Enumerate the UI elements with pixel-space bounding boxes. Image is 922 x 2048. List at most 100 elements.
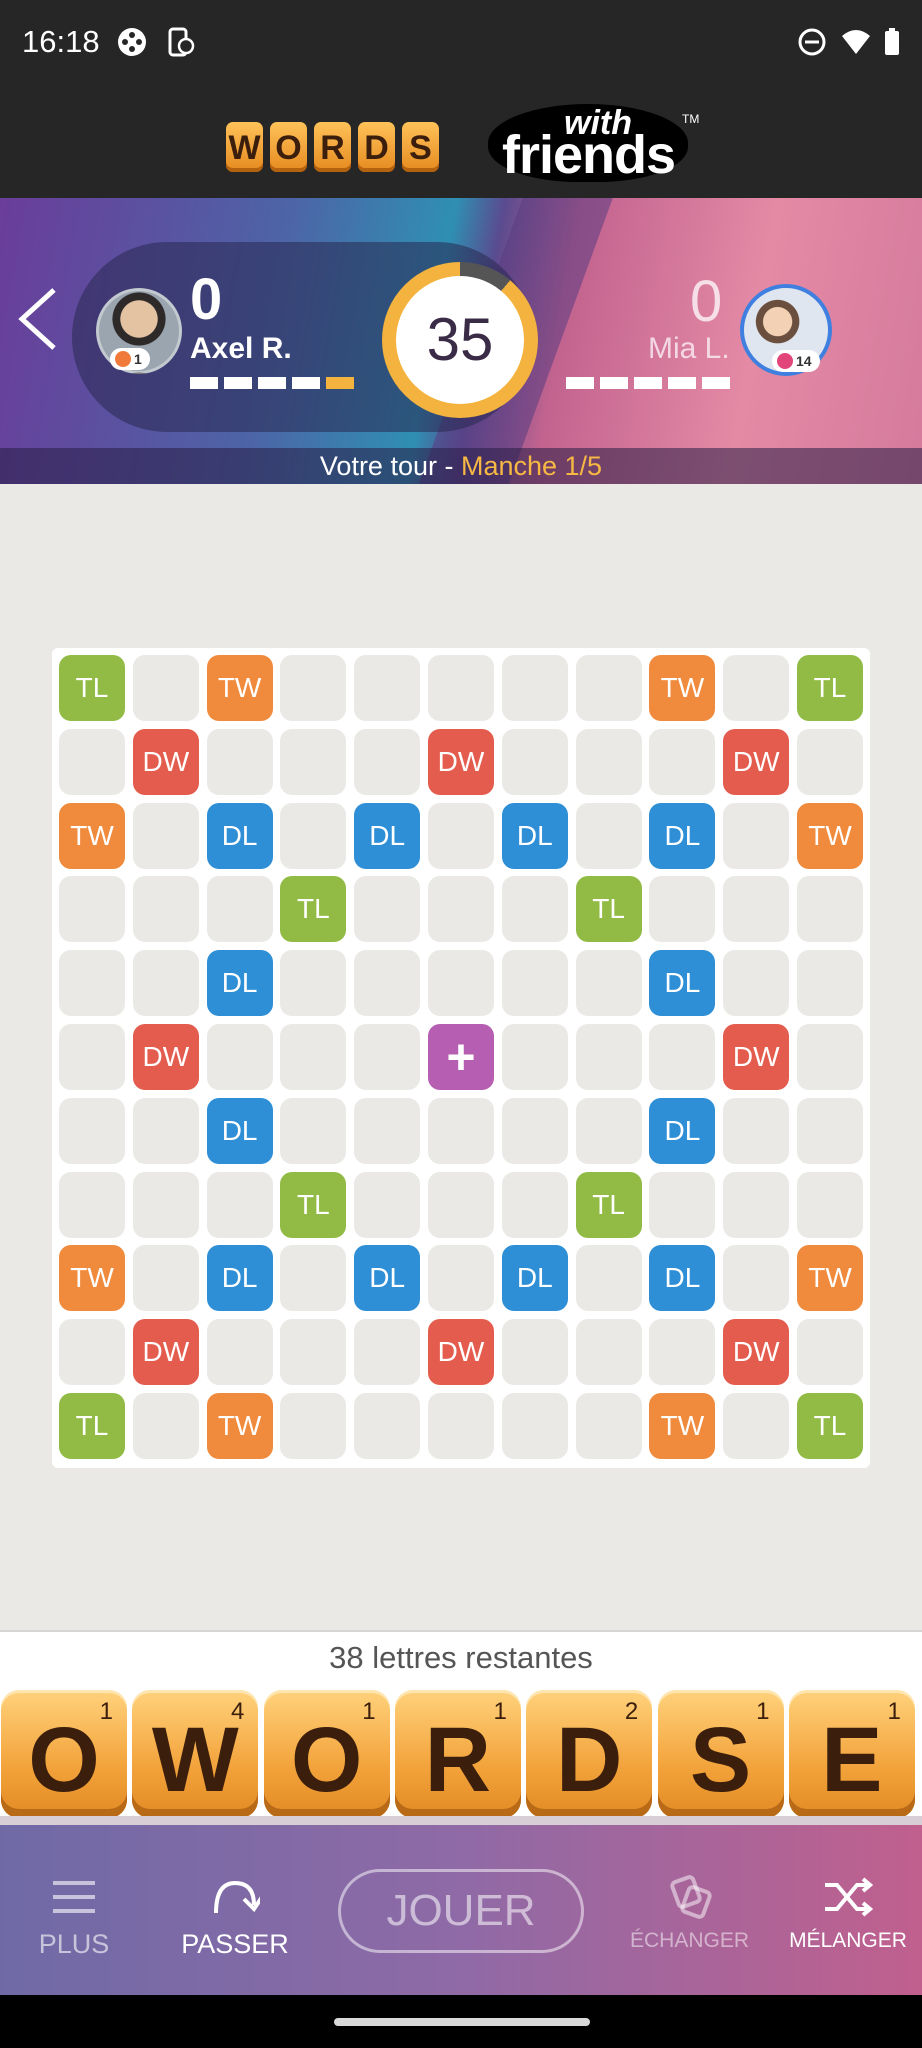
- board-cell[interactable]: [354, 1097, 421, 1164]
- board-bonus-dl[interactable]: DL: [649, 802, 716, 869]
- board-bonus-dw[interactable]: DW: [723, 728, 790, 795]
- board-cell[interactable]: [501, 1024, 568, 1090]
- board-bonus-dw[interactable]: DW: [428, 728, 494, 795]
- board-cell[interactable]: [428, 1097, 494, 1164]
- board-cell[interactable]: [649, 1171, 716, 1238]
- board-cell[interactable]: [59, 1097, 125, 1164]
- board-bonus-tw[interactable]: TW: [797, 1245, 863, 1312]
- board-bonus-dw[interactable]: DW: [132, 728, 199, 795]
- board-cell[interactable]: [428, 655, 494, 721]
- board-cell[interactable]: [428, 1245, 494, 1312]
- rack-tile[interactable]: R1: [394, 1690, 521, 1818]
- board-cell[interactable]: [59, 1171, 125, 1238]
- board-bonus-dl[interactable]: DL: [354, 1245, 421, 1312]
- board-cell[interactable]: [501, 1393, 568, 1459]
- board-cell[interactable]: [280, 1097, 347, 1164]
- board-cell[interactable]: [723, 655, 790, 721]
- board-cell[interactable]: [649, 1024, 716, 1090]
- board-cell[interactable]: [354, 1393, 421, 1459]
- board-cell[interactable]: [501, 1319, 568, 1386]
- board-cell[interactable]: [280, 728, 347, 795]
- board-cell[interactable]: [649, 876, 716, 943]
- board-cell[interactable]: [132, 655, 199, 721]
- board-bonus-tl[interactable]: TL: [59, 1393, 125, 1459]
- board-cell[interactable]: [501, 655, 568, 721]
- board-bonus-tw[interactable]: TW: [59, 802, 125, 869]
- board-cell[interactable]: [206, 728, 273, 795]
- board-cell[interactable]: [132, 1097, 199, 1164]
- home-gesture-handle[interactable]: [334, 2018, 590, 2026]
- board-cell[interactable]: [59, 728, 125, 795]
- board-cell[interactable]: [797, 950, 863, 1017]
- board-bonus-dl[interactable]: DL: [206, 950, 273, 1017]
- board-cell[interactable]: [206, 876, 273, 943]
- more-button[interactable]: PLUS: [14, 1825, 134, 1995]
- board-cell[interactable]: [354, 876, 421, 943]
- board-cell[interactable]: [354, 950, 421, 1017]
- board-bonus-tw[interactable]: TW: [797, 802, 863, 869]
- rack-tile[interactable]: S1: [657, 1690, 784, 1818]
- board-bonus-tl[interactable]: TL: [797, 1393, 863, 1459]
- board-cell[interactable]: [501, 1097, 568, 1164]
- board-cell[interactable]: [575, 1097, 642, 1164]
- board-cell[interactable]: [575, 1245, 642, 1312]
- board-cell[interactable]: [132, 1171, 199, 1238]
- board-cell[interactable]: [354, 1319, 421, 1386]
- board-bonus-dl[interactable]: DL: [649, 950, 716, 1017]
- board-bonus-dl[interactable]: DL: [649, 1245, 716, 1312]
- rack-tile[interactable]: D2: [526, 1690, 653, 1818]
- board-cell[interactable]: [797, 1171, 863, 1238]
- board-bonus-tw[interactable]: TW: [59, 1245, 125, 1312]
- rack-tile[interactable]: O1: [263, 1690, 390, 1818]
- board-cell[interactable]: [649, 1319, 716, 1386]
- board-center-star[interactable]: +: [428, 1024, 494, 1090]
- board-cell[interactable]: [575, 728, 642, 795]
- board-cell[interactable]: [280, 950, 347, 1017]
- board-cell[interactable]: [575, 950, 642, 1017]
- board-bonus-dl[interactable]: DL: [206, 1097, 273, 1164]
- board-cell[interactable]: [723, 1393, 790, 1459]
- board-cell[interactable]: [206, 1171, 273, 1238]
- board-cell[interactable]: [132, 950, 199, 1017]
- rack-tile[interactable]: W4: [132, 1690, 259, 1818]
- board-bonus-tl[interactable]: TL: [575, 1171, 642, 1238]
- board-cell[interactable]: [428, 1171, 494, 1238]
- swap-button[interactable]: ÉCHANGER: [622, 1825, 757, 1995]
- rack-tile[interactable]: E1: [788, 1690, 915, 1818]
- board-cell[interactable]: [501, 950, 568, 1017]
- board-bonus-tl[interactable]: TL: [280, 876, 347, 943]
- board-bonus-dw[interactable]: DW: [132, 1319, 199, 1386]
- board-cell[interactable]: [575, 655, 642, 721]
- pass-button[interactable]: PASSER: [170, 1825, 300, 1995]
- board-bonus-dl[interactable]: DL: [501, 802, 568, 869]
- rack-tile[interactable]: O1: [1, 1690, 127, 1818]
- board-cell[interactable]: [428, 876, 494, 943]
- board-cell[interactable]: [280, 1393, 347, 1459]
- board-cell[interactable]: [354, 1171, 421, 1238]
- board-cell[interactable]: [723, 1245, 790, 1312]
- board-cell[interactable]: [132, 876, 199, 943]
- board-cell[interactable]: [723, 876, 790, 943]
- board-cell[interactable]: [280, 655, 347, 721]
- board-cell[interactable]: [59, 1024, 125, 1090]
- board-cell[interactable]: [428, 950, 494, 1017]
- board-cell[interactable]: [797, 728, 863, 795]
- board-cell[interactable]: [649, 728, 716, 795]
- board-bonus-tl[interactable]: TL: [280, 1171, 347, 1238]
- board-cell[interactable]: [428, 802, 494, 869]
- board-bonus-tw[interactable]: TW: [206, 655, 273, 721]
- board-bonus-dw[interactable]: DW: [428, 1319, 494, 1386]
- board-cell[interactable]: [354, 728, 421, 795]
- board-bonus-tw[interactable]: TW: [206, 1393, 273, 1459]
- board-cell[interactable]: [354, 1024, 421, 1090]
- board-cell[interactable]: [501, 876, 568, 943]
- board-cell[interactable]: [206, 1024, 273, 1090]
- board-cell[interactable]: [575, 1024, 642, 1090]
- back-arrow-icon[interactable]: [14, 284, 64, 354]
- board-bonus-tl[interactable]: TL: [59, 655, 125, 721]
- board-bonus-dl[interactable]: DL: [354, 802, 421, 869]
- board-cell[interactable]: [501, 1171, 568, 1238]
- board-cell[interactable]: [575, 802, 642, 869]
- board-cell[interactable]: [797, 876, 863, 943]
- board-bonus-tw[interactable]: TW: [649, 1393, 716, 1459]
